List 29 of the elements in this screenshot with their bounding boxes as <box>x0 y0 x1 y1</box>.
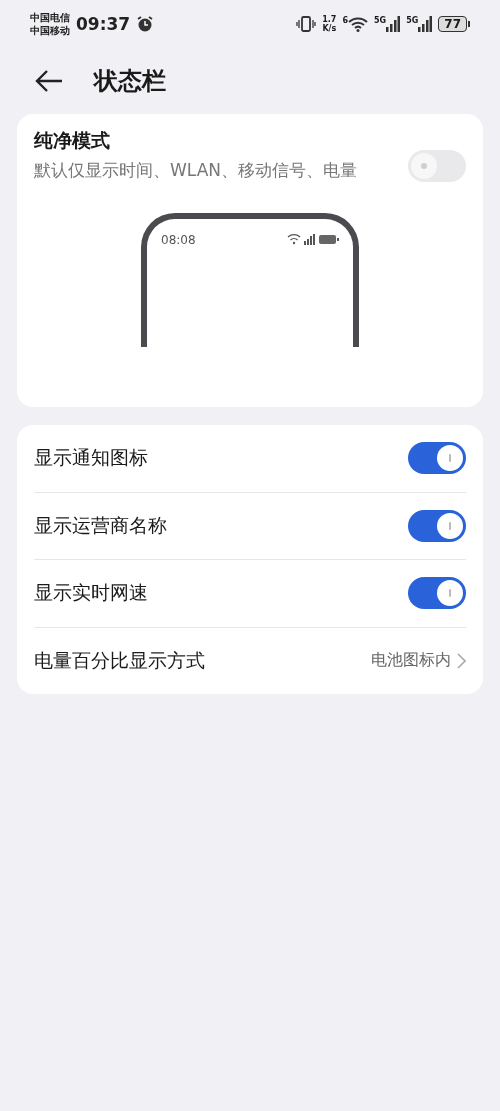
vibrate-icon <box>296 15 317 33</box>
preview-time: 08:08 <box>161 233 196 247</box>
toggle-switch[interactable] <box>408 509 466 542</box>
setting-value[interactable]: 电池图标内 <box>371 650 451 672</box>
battery-level: 77 <box>438 16 467 32</box>
setting-description: 默认仅显示时间、WLAN、移动信号、电量 <box>34 159 359 182</box>
carrier-name: 中国电信 <box>30 11 70 24</box>
chevron-right-icon <box>457 652 466 669</box>
wifi-band-label: 6 <box>342 16 348 25</box>
network-speed: 1.7 K/s <box>322 15 337 33</box>
signal-icon <box>418 16 433 32</box>
toggle-switch[interactable] <box>408 442 466 475</box>
page-title: 状态栏 <box>94 66 166 97</box>
setting-label: 显示实时网速 <box>34 580 148 606</box>
signal-icon <box>386 16 401 32</box>
toggle-switch[interactable] <box>408 150 466 182</box>
clock-time: 09:37 <box>76 14 131 34</box>
network-type-label: 5G <box>374 16 387 25</box>
carrier-name: 中国移动 <box>30 24 70 37</box>
back-arrow-icon[interactable] <box>34 69 64 93</box>
network-type-label: 5G <box>406 16 419 25</box>
wifi-icon <box>348 16 368 32</box>
status-icons-drawing <box>287 233 339 245</box>
alarm-clock-icon <box>136 15 155 33</box>
setting-label: 纯净模式 <box>34 128 111 153</box>
setting-label: 电量百分比显示方式 <box>34 647 205 673</box>
toggle-switch[interactable] <box>408 577 466 610</box>
setting-label: 显示通知图标 <box>34 445 148 471</box>
setting-label: 显示运营商名称 <box>34 512 167 538</box>
